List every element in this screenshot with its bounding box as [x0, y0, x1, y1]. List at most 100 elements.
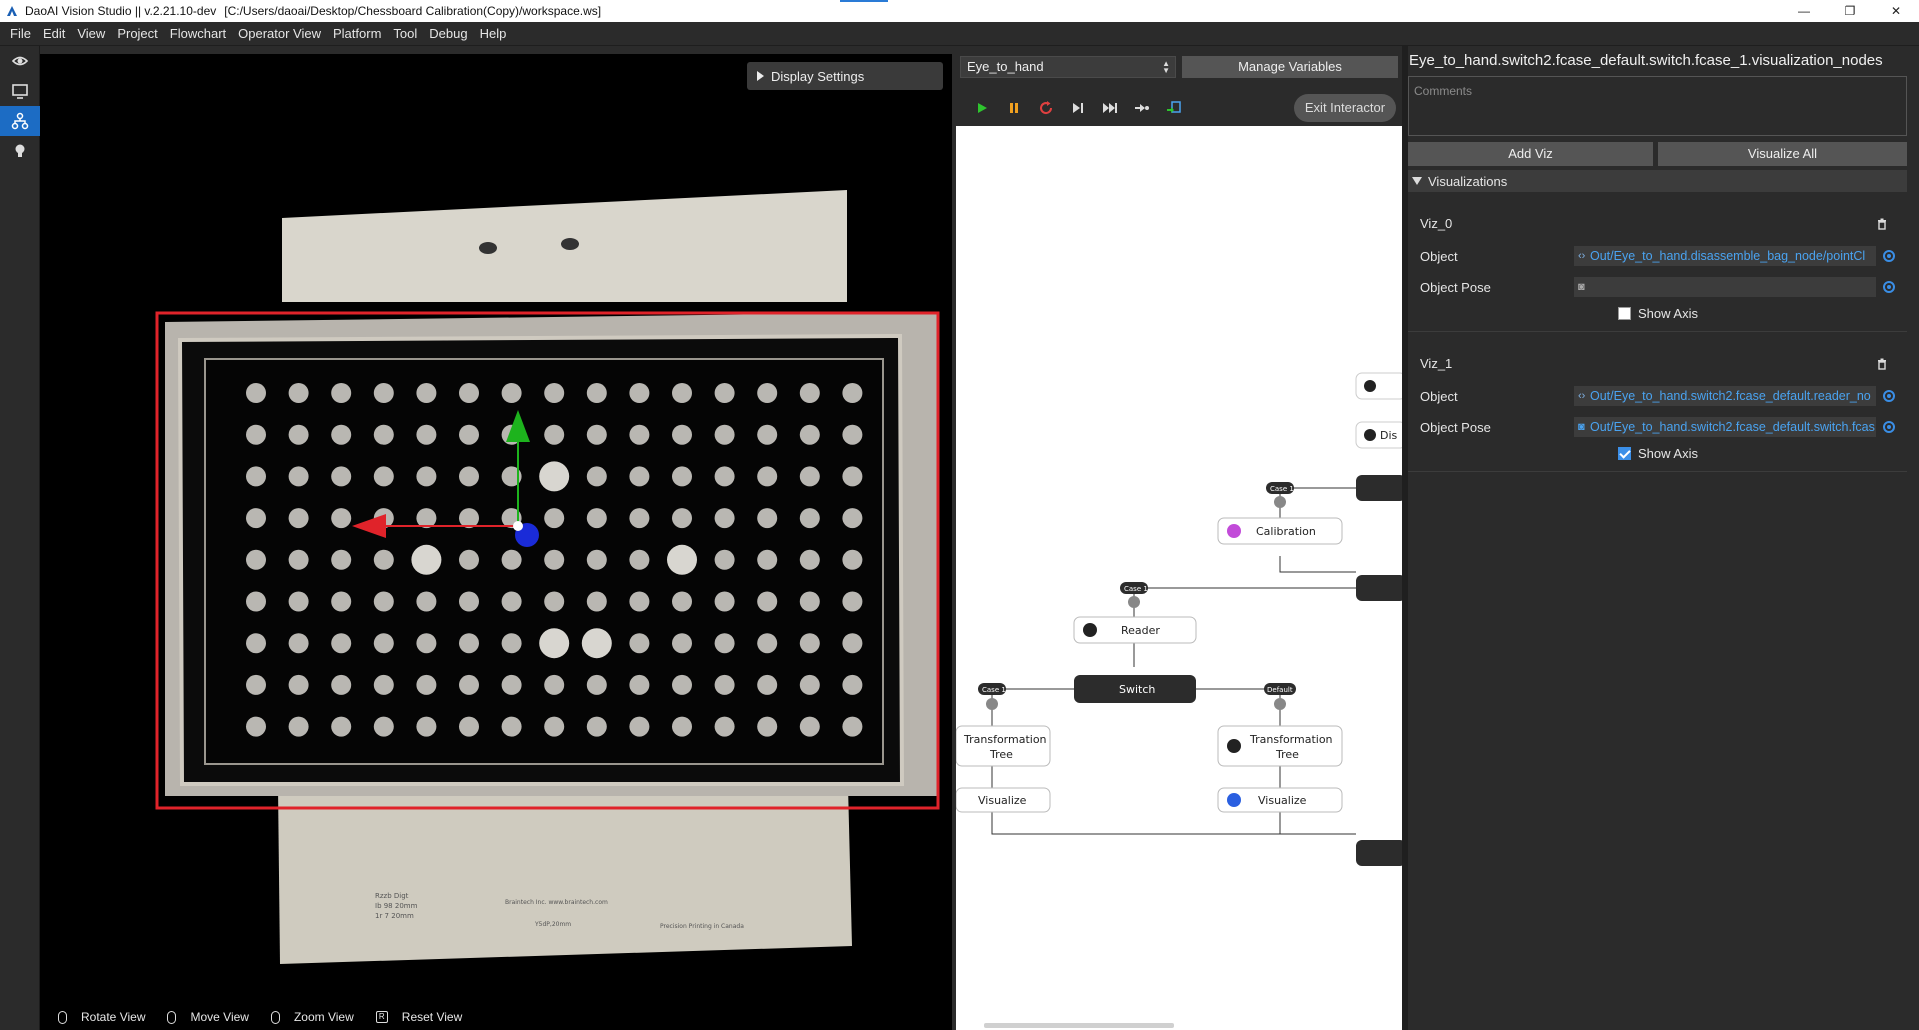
add-node-icon[interactable] [1274, 698, 1286, 710]
run-button[interactable] [966, 96, 998, 120]
menu-help[interactable]: Help [474, 22, 513, 46]
add-viz-button[interactable]: Add Viz [1408, 142, 1653, 166]
paper-hole [479, 242, 497, 254]
reader-node-icon [1083, 623, 1097, 637]
calibration-dot [288, 424, 309, 445]
add-node-icon[interactable] [1274, 496, 1286, 508]
pause-button[interactable] [998, 96, 1030, 120]
object-pose-label: Object Pose [1420, 420, 1491, 435]
menu-file[interactable]: File [4, 22, 37, 46]
collapsed-node-1[interactable] [1356, 475, 1402, 501]
show-axis-label: Show Axis [1638, 446, 1698, 461]
pick-target-icon[interactable] [1883, 390, 1895, 402]
calibration-dot [842, 716, 863, 737]
pick-target-icon[interactable] [1883, 250, 1895, 262]
calibration-dot [581, 628, 612, 659]
calibration-dot [416, 424, 437, 445]
deploy-button[interactable] [1158, 96, 1190, 120]
menu-flowchart[interactable]: Flowchart [164, 22, 232, 46]
calibration-dot [757, 383, 778, 403]
vision-tool-button[interactable] [0, 46, 40, 76]
menu-edit[interactable]: Edit [37, 22, 71, 46]
calibration-dot [544, 674, 565, 695]
paper-sheet-bottom [278, 786, 852, 964]
switch-node-label: Switch [1119, 683, 1155, 696]
menu-tool[interactable]: Tool [387, 22, 423, 46]
calibration-dot [459, 383, 479, 403]
calibration-dot [842, 674, 863, 695]
trash-icon[interactable] [1877, 218, 1887, 230]
calibration-dot [246, 633, 266, 654]
view-hints: Rotate View Move View Zoom View R Reset V… [58, 1010, 484, 1024]
collapsed-node-3[interactable] [1356, 840, 1402, 866]
add-node-icon[interactable] [986, 698, 998, 710]
calibration-dot [842, 466, 863, 487]
calibration-dot [373, 466, 394, 487]
flowchart-canvas[interactable]: Dis Case 1 Case 1 Case 1 Default Calibra… [956, 126, 1402, 1030]
menu-operator-view[interactable]: Operator View [232, 22, 327, 46]
display-settings-button[interactable]: Display Settings [747, 62, 943, 90]
calibration-dot [714, 633, 735, 654]
object-pose-field[interactable]: ◙ [1574, 277, 1876, 297]
calibration-dot [544, 549, 565, 570]
board-label-row-3: 1r 7 20mm [375, 912, 414, 920]
calibration-dot [757, 591, 778, 612]
flowchart-tool-button[interactable] [0, 106, 40, 136]
step-icon [1073, 103, 1083, 113]
minimize-button[interactable]: — [1781, 0, 1827, 22]
menu-platform[interactable]: Platform [327, 22, 387, 46]
pick-target-icon[interactable] [1883, 281, 1895, 293]
calibration-dot [459, 466, 479, 487]
calibration-dot [672, 383, 692, 403]
step-button[interactable] [1062, 96, 1094, 120]
visualizations-section-header[interactable]: Visualizations [1408, 170, 1907, 192]
exit-interactor-button[interactable]: Exit Interactor [1294, 94, 1396, 122]
menu-project[interactable]: Project [111, 22, 163, 46]
tt-left-label-2: Tree [989, 748, 1013, 761]
calibration-dot [331, 716, 352, 737]
calibration-dot [459, 633, 479, 654]
collapse-triangle-icon [1412, 177, 1422, 185]
calibration-dot [288, 466, 309, 487]
calibration-dot [586, 674, 607, 695]
calibration-dot [416, 716, 437, 737]
fast-forward-button[interactable] [1094, 96, 1126, 120]
calibration-dot [501, 716, 522, 737]
add-node-icon[interactable] [1128, 596, 1140, 608]
collapsed-node-2[interactable] [1356, 575, 1402, 601]
ideas-tool-button[interactable] [0, 136, 40, 166]
updown-arrows-icon: ▲ ▼ [1162, 59, 1170, 75]
object-field[interactable]: ‹› Out/Eye_to_hand.disassemble_bag_node/p… [1574, 246, 1876, 266]
object-pose-field[interactable]: ◙ Out/Eye_to_hand.switch2.fcase_default.s… [1574, 417, 1876, 437]
manage-variables-button[interactable]: Manage Variables [1182, 56, 1398, 78]
flow-selector-dropdown[interactable]: Eye_to_hand ▲ ▼ [960, 56, 1176, 78]
taskbar-accent [840, 0, 888, 2]
reset-view-hint: R Reset View [375, 1010, 462, 1024]
comments-field[interactable]: Comments [1408, 76, 1907, 136]
show-axis-checkbox[interactable] [1618, 307, 1631, 320]
show-axis-checkbox[interactable] [1618, 447, 1631, 460]
calibration-dot [416, 383, 437, 403]
horizontal-scrollbar[interactable] [984, 1023, 1174, 1028]
calibration-dot [629, 383, 650, 403]
menu-view[interactable]: View [71, 22, 111, 46]
pick-target-icon[interactable] [1883, 421, 1895, 433]
restart-button[interactable] [1030, 96, 1062, 120]
board-label-right: Precision Printing in Canada [660, 923, 744, 930]
calibration-node-label: Calibration [1256, 525, 1316, 538]
object-field[interactable]: ‹› Out/Eye_to_hand.switch2.fcase_default.… [1574, 386, 1876, 406]
trash-icon[interactable] [1877, 358, 1887, 370]
run-to-button[interactable] [1126, 96, 1158, 120]
calibration-dot [672, 674, 692, 695]
menu-debug[interactable]: Debug [423, 22, 473, 46]
calibration-dot [586, 549, 607, 570]
partial-node-1[interactable] [1355, 372, 1402, 400]
visualize-all-button[interactable]: Visualize All [1658, 142, 1907, 166]
calibration-dot [331, 508, 352, 529]
monitor-tool-button[interactable] [0, 76, 40, 106]
3d-viewport[interactable]: Rzzb Digt Ib 98 20mm 1r 7 20mm Braintech… [40, 54, 952, 1030]
close-button[interactable]: ✕ [1873, 0, 1919, 22]
node-status-icon [1364, 380, 1376, 392]
restore-button[interactable]: ❐ [1827, 0, 1873, 22]
calibration-dot [842, 424, 863, 445]
